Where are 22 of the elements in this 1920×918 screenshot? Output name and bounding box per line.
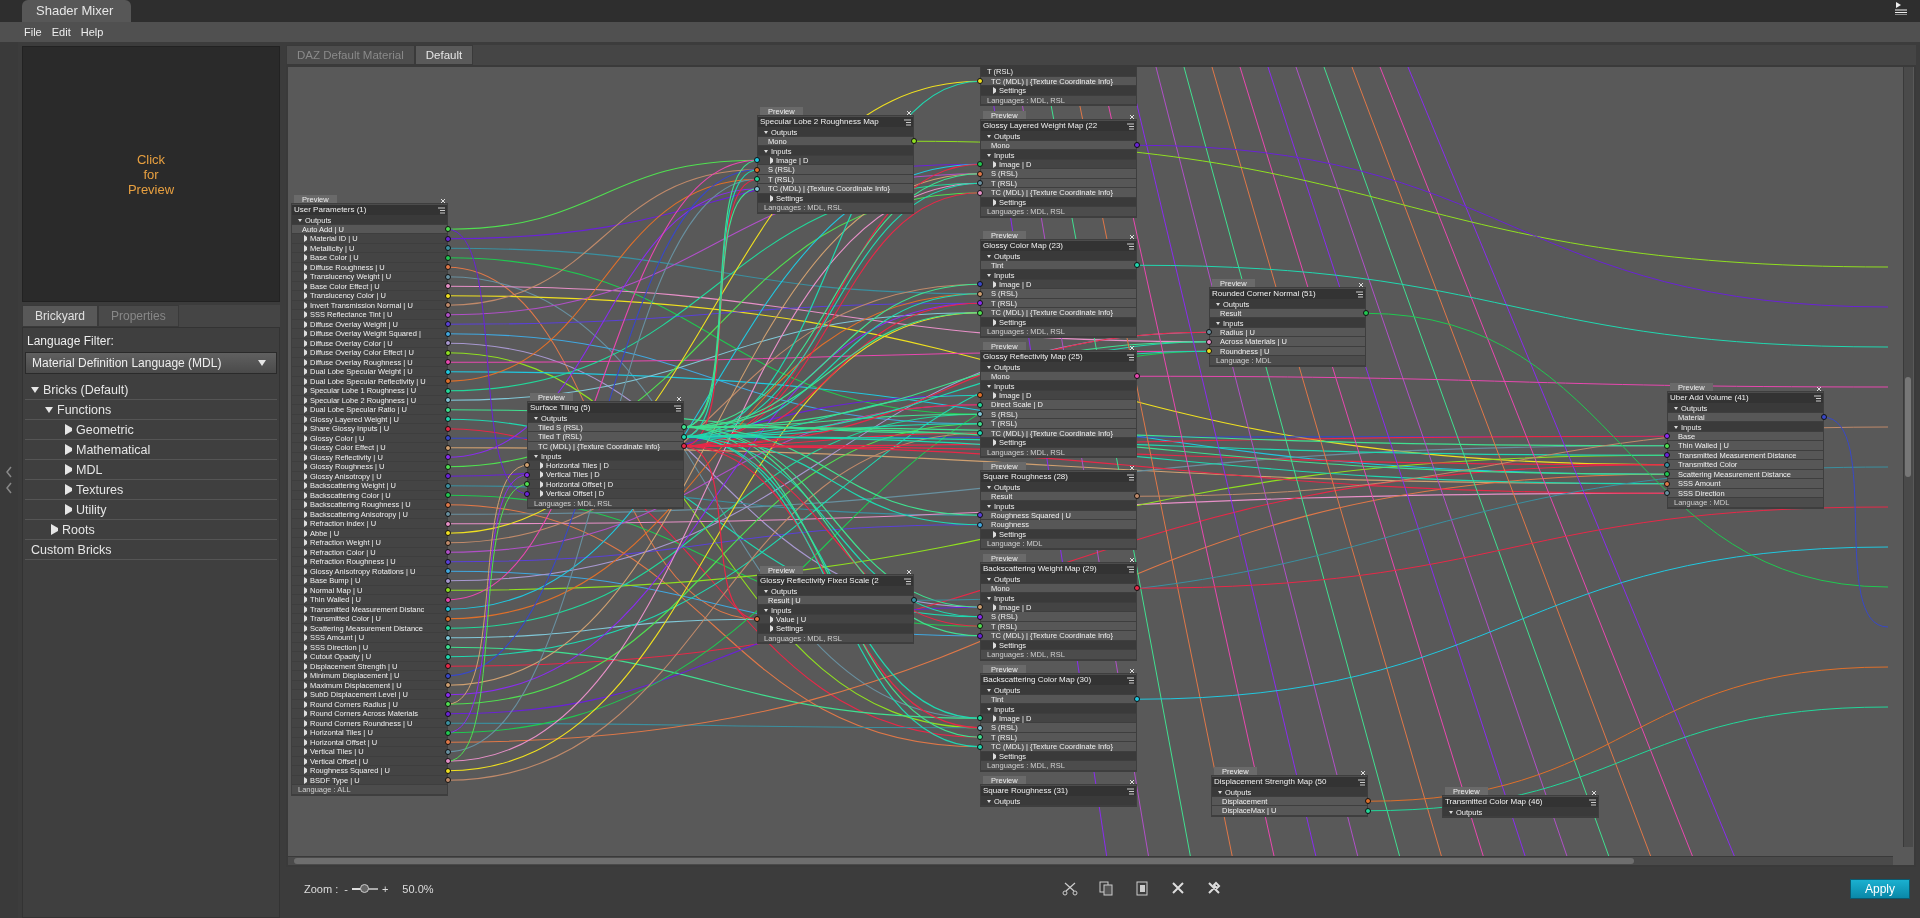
tree-item[interactable]: MDL bbox=[59, 462, 103, 477]
zoom-in-button[interactable]: + bbox=[381, 883, 389, 895]
zoom-value: 50.0% bbox=[402, 883, 434, 895]
tree-item[interactable]: Roots bbox=[45, 522, 95, 537]
preview-area[interactable]: Click for Preview bbox=[22, 46, 280, 302]
tree-item[interactable]: Mathematical bbox=[59, 442, 151, 457]
window-title: Shader Mixer bbox=[22, 0, 132, 22]
panel-tab[interactable]: Brickyard bbox=[22, 305, 98, 327]
tree-item[interactable]: Geometric bbox=[59, 422, 134, 437]
tree-item[interactable]: Custom Bricks bbox=[31, 542, 112, 557]
tree-item[interactable]: Textures bbox=[59, 482, 124, 497]
zoom-label: Zoom : bbox=[304, 883, 339, 895]
menu-item[interactable]: File bbox=[24, 26, 42, 38]
menu-item[interactable]: Edit bbox=[51, 26, 71, 38]
menu-item[interactable]: Help bbox=[80, 26, 104, 38]
tree-item[interactable]: Bricks (Default) bbox=[31, 382, 129, 397]
tree-item[interactable]: Utility bbox=[59, 502, 107, 517]
filter-label: Language Filter: bbox=[27, 334, 115, 348]
tree-item[interactable]: Functions bbox=[45, 402, 112, 417]
language-dropdown[interactable]: Material Definition Language (MDL) bbox=[25, 352, 277, 374]
zoom-out-button[interactable]: - bbox=[344, 883, 348, 895]
document-tab[interactable]: Default bbox=[414, 45, 474, 65]
